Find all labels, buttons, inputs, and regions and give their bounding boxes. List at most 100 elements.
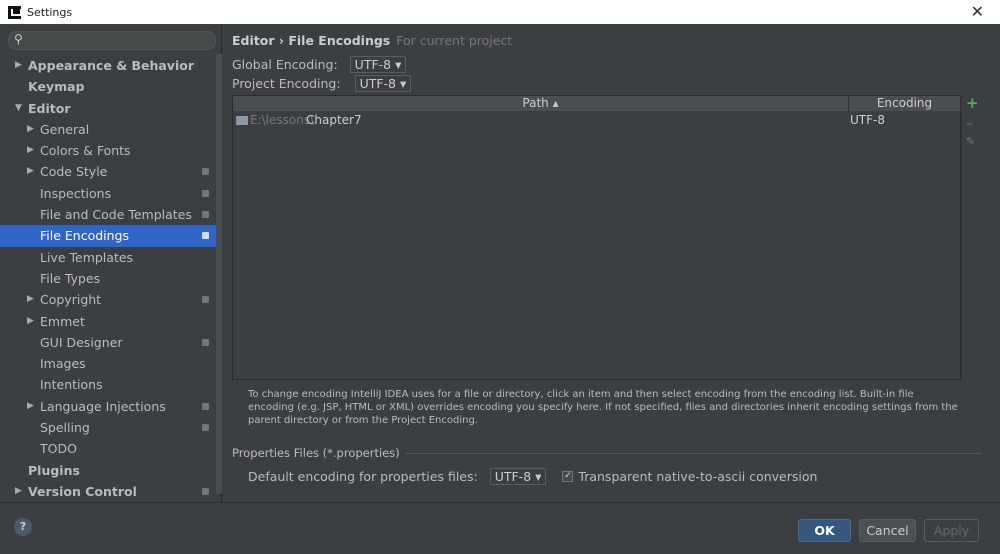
- sidebar-item-label: Colors & Fonts: [40, 143, 131, 159]
- sidebar-item-label: GUI Designer: [40, 334, 123, 350]
- edit-icon[interactable]: ✎: [966, 135, 975, 148]
- sidebar-item-label: General: [40, 121, 90, 137]
- title-bar: Settings ✕: [0, 0, 1000, 24]
- chevron-down-icon[interactable]: ▼: [15, 98, 22, 119]
- column-header-path[interactable]: Path ▴: [233, 96, 849, 111]
- sidebar-item-label: Copyright: [40, 292, 102, 308]
- ok-button[interactable]: OK: [798, 519, 851, 542]
- sidebar-item-colors-fonts[interactable]: ▶ Colors & Fonts: [0, 140, 216, 161]
- encoding-description: To change encoding IntelliJ IDEA uses fo…: [248, 389, 958, 426]
- dialog-footer: ? OK Cancel Apply: [0, 502, 1000, 554]
- sidebar-item-images[interactable]: Images: [0, 353, 216, 374]
- breadcrumb-text: Editor › File Encodings: [232, 33, 391, 48]
- search-input[interactable]: ⚲: [8, 31, 216, 50]
- sidebar-item-plugins[interactable]: Plugins: [0, 460, 216, 481]
- intellij-logo-icon: [8, 5, 22, 19]
- add-icon[interactable]: +: [966, 94, 979, 112]
- project-scope-icon: [202, 211, 209, 219]
- sidebar-item-label: Keymap: [28, 79, 85, 95]
- sidebar-item-file-types[interactable]: File Types: [0, 268, 216, 289]
- project-encoding-label: Project Encoding:: [232, 76, 341, 91]
- project-scope-icon: [202, 232, 209, 240]
- project-scope-icon: [202, 487, 209, 495]
- sidebar-item-label: Inspections: [40, 185, 112, 201]
- project-scope-icon: [202, 189, 209, 197]
- section-divider: [405, 452, 982, 454]
- help-icon[interactable]: ?: [14, 518, 32, 536]
- folder-icon: [236, 116, 248, 125]
- sidebar-item-intentions[interactable]: Intentions: [0, 374, 216, 395]
- close-icon[interactable]: ✕: [971, 2, 984, 21]
- sidebar-item-label: TODO: [40, 441, 77, 457]
- sidebar-item-copyright[interactable]: ▶ Copyright: [0, 289, 216, 310]
- properties-encoding-select[interactable]: UTF-8 ▾: [489, 468, 547, 485]
- remove-icon[interactable]: –: [966, 114, 974, 132]
- row-encoding[interactable]: UTF-8: [850, 112, 885, 129]
- encoding-table: Path ▴ Encoding E:\lessons\ Chapter7 UTF…: [232, 95, 961, 380]
- table-toolbar: + – ✎: [961, 94, 981, 380]
- column-header-encoding[interactable]: Encoding: [849, 96, 961, 111]
- file-encodings-panel: Editor › File Encodings For current proje…: [223, 24, 1000, 502]
- sidebar-item-file-encodings[interactable]: File Encodings: [0, 225, 216, 247]
- chevron-right-icon[interactable]: ▶: [27, 140, 34, 161]
- sidebar-item-emmet[interactable]: ▶ Emmet: [0, 311, 216, 332]
- table-row[interactable]: E:\lessons\ Chapter7 UTF-8: [233, 112, 960, 129]
- breadcrumb: Editor › File Encodings For current proje…: [232, 33, 512, 48]
- properties-encoding-label: Default encoding for properties files:: [248, 469, 478, 484]
- path-prefix: E:\lessons\: [250, 113, 315, 127]
- sidebar-item-gui-designer[interactable]: GUI Designer: [0, 332, 216, 353]
- sidebar-item-label: File Encodings: [40, 228, 130, 244]
- sidebar-item-general[interactable]: ▶ General: [0, 119, 216, 140]
- chevron-right-icon[interactable]: ▶: [27, 396, 34, 417]
- project-scope-icon: [202, 168, 209, 176]
- native-ascii-label[interactable]: Transparent native-to-ascii conversion: [578, 469, 817, 484]
- sidebar-item-spelling[interactable]: Spelling: [0, 417, 216, 438]
- sidebar-item-code-style[interactable]: ▶ Code Style: [0, 161, 216, 182]
- chevron-right-icon[interactable]: ▶: [27, 311, 34, 332]
- sidebar-item-live-templates[interactable]: Live Templates: [0, 247, 216, 268]
- chevron-right-icon[interactable]: ▶: [27, 289, 34, 310]
- settings-tree: ▶ Appearance & Behavior Keymap ▼ Editor ▶ Gene…: [0, 55, 216, 502]
- chevron-right-icon[interactable]: ▶: [15, 481, 22, 502]
- project-encoding-select[interactable]: UTF-8 ▾: [354, 75, 412, 92]
- window-title: Settings: [27, 5, 73, 19]
- sidebar-item-keymap[interactable]: Keymap: [0, 76, 216, 97]
- sidebar-item-file-and-code-templates[interactable]: File and Code Templates: [0, 204, 216, 225]
- path-name: Chapter7: [306, 113, 362, 127]
- sidebar-item-label: File and Code Templates: [40, 207, 192, 223]
- sidebar-item-language-injections[interactable]: ▶ Language Injections: [0, 396, 216, 417]
- chevron-right-icon[interactable]: ▶: [15, 55, 22, 76]
- sidebar-item-label: Version Control: [28, 483, 137, 499]
- cancel-button[interactable]: Cancel: [859, 519, 916, 542]
- chevron-right-icon[interactable]: ▶: [27, 161, 34, 182]
- project-scope-icon: [202, 402, 209, 410]
- sidebar-item-label: File Types: [40, 270, 101, 286]
- sidebar-item-label: Live Templates: [40, 249, 134, 265]
- sidebar-item-appearance-behavior[interactable]: ▶ Appearance & Behavior: [0, 55, 216, 76]
- native-ascii-checkbox[interactable]: ✓: [562, 471, 574, 482]
- sidebar-item-todo[interactable]: TODO: [0, 438, 216, 459]
- project-encoding-value: UTF-8: [359, 76, 397, 91]
- project-scope-note: For current project: [396, 33, 513, 48]
- properties-encoding-value: UTF-8: [494, 469, 532, 484]
- project-scope-icon: [202, 296, 209, 304]
- global-encoding-value: UTF-8: [354, 57, 392, 72]
- chevron-right-icon[interactable]: ▶: [27, 119, 34, 140]
- sidebar-item-label: Code Style: [40, 164, 108, 180]
- properties-section-title: Properties Files (*.properties): [232, 446, 400, 460]
- project-scope-icon: [202, 424, 209, 432]
- sidebar-item-label: Editor: [28, 100, 71, 116]
- sidebar-item-editor[interactable]: ▼ Editor: [0, 98, 216, 119]
- sidebar-scrollbar[interactable]: [216, 54, 222, 494]
- sidebar-item-inspections[interactable]: Inspections: [0, 183, 216, 204]
- sidebar-item-label: Plugins: [28, 462, 80, 478]
- sidebar-item-version-control[interactable]: ▶ Version Control: [0, 481, 216, 502]
- sidebar-item-label: Appearance & Behavior: [28, 58, 194, 73]
- settings-sidebar: ⚲ ▶ Appearance & Behavior Keymap ▼ Editor ▶ Ge…: [0, 24, 222, 502]
- global-encoding-select[interactable]: UTF-8 ▾: [349, 56, 407, 73]
- project-scope-icon: [202, 338, 209, 346]
- sidebar-item-label: Images: [40, 356, 86, 372]
- apply-button[interactable]: Apply: [924, 519, 979, 542]
- sidebar-item-label: Emmet: [40, 313, 85, 329]
- sidebar-item-label: Spelling: [40, 420, 90, 436]
